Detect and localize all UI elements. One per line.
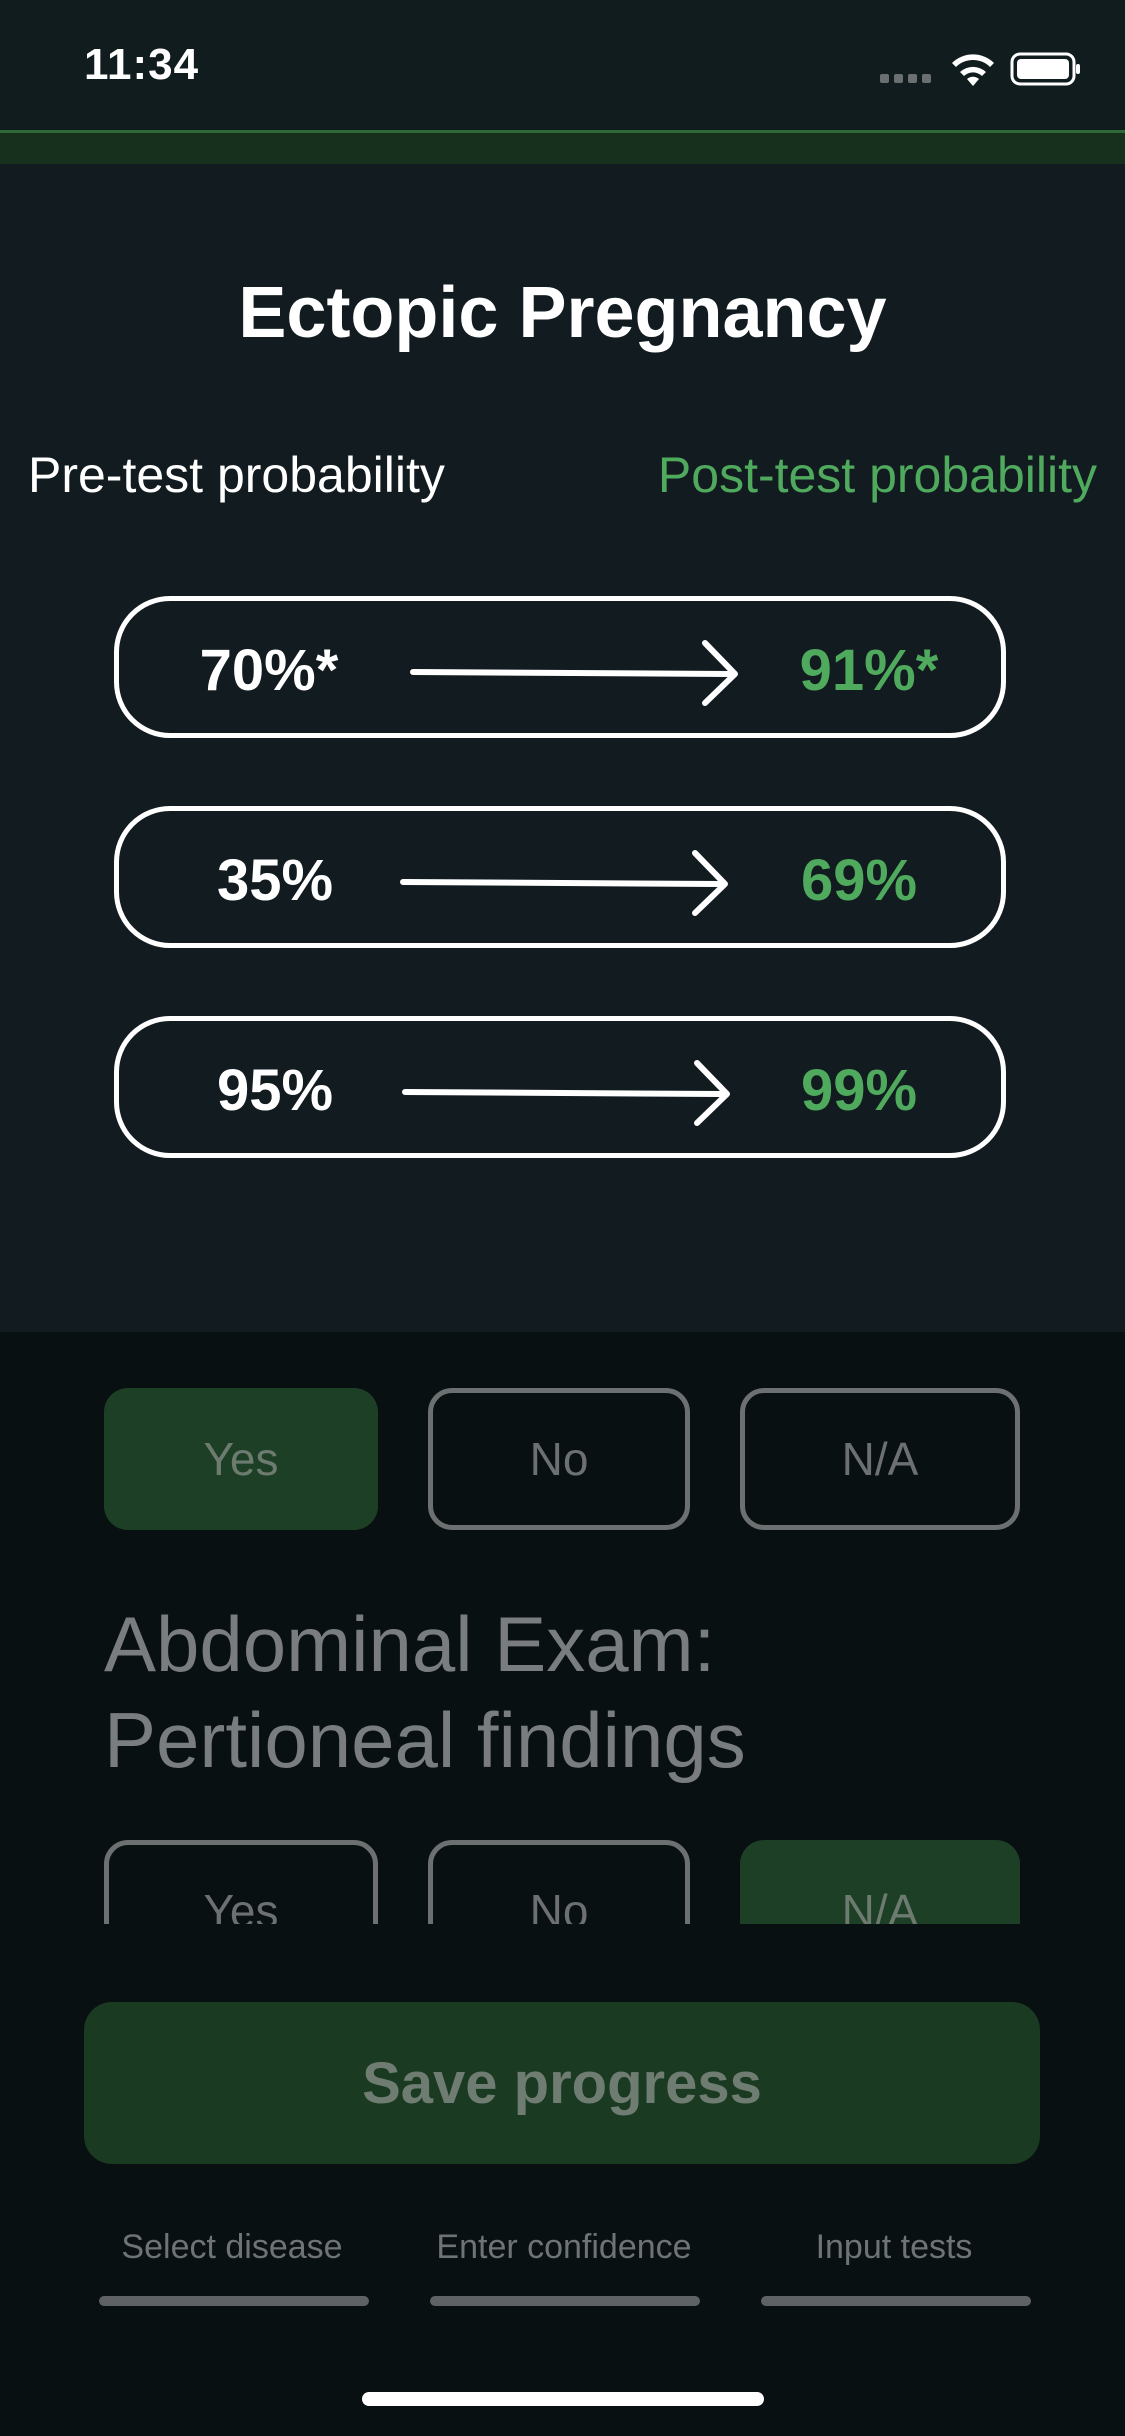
screen: 11:34 Ectopic Pregnancy Pre-test probabi… (0, 0, 1125, 2436)
pre-test-value: 35% (216, 848, 334, 913)
arrow-right-icon (400, 850, 728, 916)
probability-row: 70%* 91%* (114, 596, 1006, 738)
step-bar (761, 2296, 1031, 2306)
battery-icon (1010, 52, 1080, 86)
disease-title: Ectopic Pregnancy (238, 273, 887, 353)
pre-test-value: 95% (216, 1058, 334, 1123)
arrow-right-icon (410, 640, 738, 706)
save-progress-button[interactable]: Save progress (84, 2002, 1040, 2164)
post-test-value: 99% (800, 1058, 918, 1123)
status-bar: 11:34 (0, 0, 1125, 132)
option-yes-button[interactable]: Yes (104, 1840, 378, 1924)
arrow-right-icon (402, 1060, 730, 1126)
option-no-button[interactable]: No (428, 1840, 690, 1924)
step-select-disease[interactable]: Select disease (82, 2228, 382, 2267)
step-input-tests[interactable]: Input tests (744, 2228, 1044, 2267)
pre-test-header: Pre-test probability (28, 447, 445, 503)
option-na-button[interactable]: N/A (740, 1388, 1020, 1530)
option-na-button[interactable]: N/A (740, 1840, 1020, 1924)
question-label: Abdominal Exam: Pertioneal findings (104, 1600, 746, 1784)
status-time: 11:34 (84, 40, 200, 89)
cellular-signal-icon (880, 74, 932, 84)
step-bar (99, 2296, 369, 2306)
wifi-icon (952, 54, 994, 86)
step-enter-confidence[interactable]: Enter confidence (414, 2228, 714, 2267)
pre-test-value: 70%* (199, 638, 339, 703)
post-test-value: 91%* (799, 638, 939, 703)
progress-line (0, 130, 1125, 167)
option-yes-button[interactable]: Yes (104, 1388, 378, 1530)
option-no-button[interactable]: No (428, 1388, 690, 1530)
home-indicator[interactable] (362, 2392, 764, 2406)
step-bar (430, 2296, 700, 2306)
probability-row: 95% 99% (114, 1016, 1006, 1158)
post-test-header: Post-test probability (657, 447, 1097, 503)
questions-list: Yes No N/A Abdominal Exam: Pertioneal fi… (0, 1332, 1125, 1924)
post-test-value: 69% (800, 848, 918, 913)
results-panel: Ectopic Pregnancy Pre-test probability P… (0, 164, 1125, 1332)
probability-row: 35% 69% (114, 806, 1006, 948)
